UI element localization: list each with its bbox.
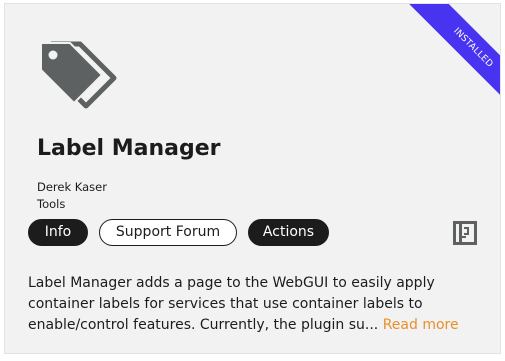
plugin-description: Label Manager adds a page to the WebGUI … [28,273,488,336]
installed-ribbon-label: INSTALLED [392,4,500,119]
plugin-card: INSTALLED Label Manager Derek Kaser Tool… [4,3,501,354]
plugin-title: Label Manager [37,136,221,161]
info-button[interactable]: Info [28,219,88,246]
support-box-icon[interactable] [453,221,477,245]
label-tags-icon [40,41,117,109]
description-text: Label Manager adds a page to the WebGUI … [28,275,435,333]
installed-ribbon: INSTALLED [385,4,500,119]
plugin-category[interactable]: Tools [37,197,65,211]
plugin-author[interactable]: Derek Kaser [37,180,107,194]
read-more-link[interactable]: Read more [383,317,459,333]
support-forum-button[interactable]: Support Forum [99,219,237,246]
actions-button[interactable]: Actions [248,219,329,246]
